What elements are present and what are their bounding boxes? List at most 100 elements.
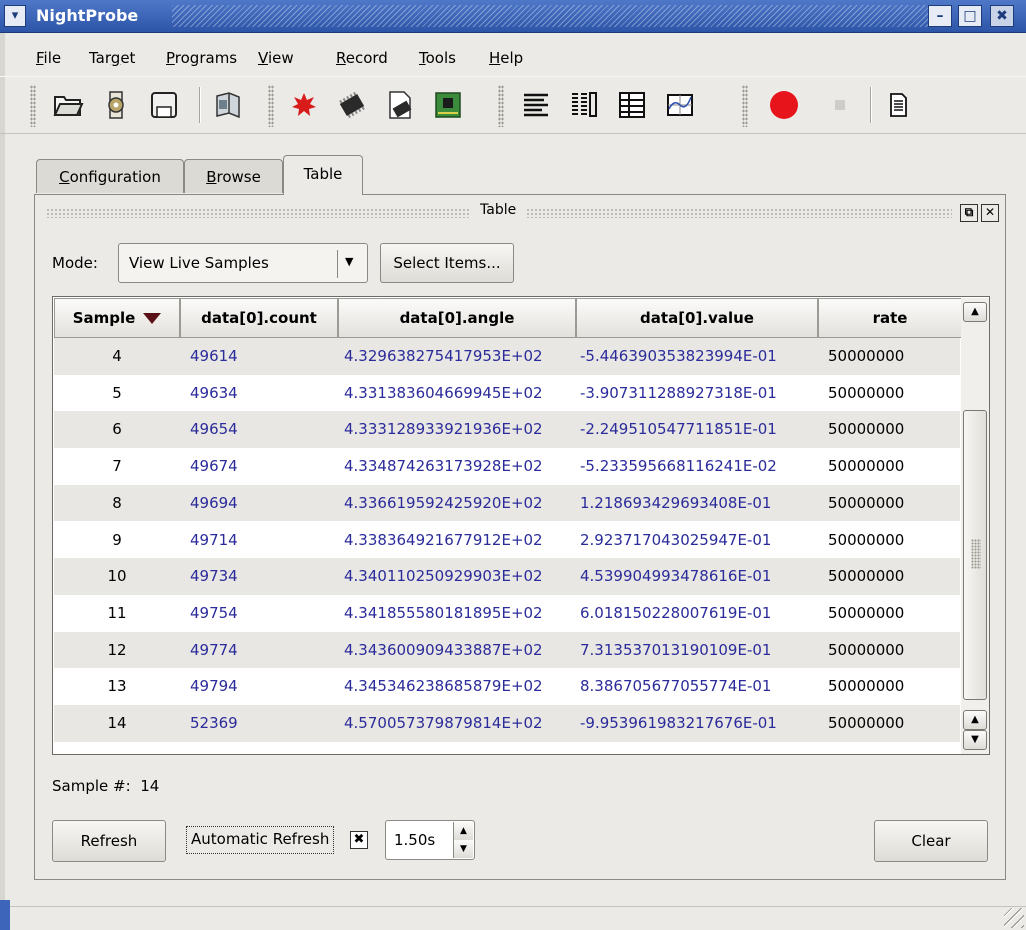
status-bar [0, 906, 1026, 930]
chevron-down-icon[interactable]: ▼ [345, 255, 353, 268]
toolbar-separator [199, 87, 200, 123]
tab-configuration[interactable]: Configuration [36, 159, 184, 193]
mode-select[interactable]: View Live Samples ▼ [118, 243, 368, 283]
cell-sample: 10 [107, 567, 127, 586]
cell-sample: 4 [112, 347, 122, 365]
scroll-up-icon[interactable]: ▲ [963, 710, 987, 730]
book-icon[interactable] [212, 89, 244, 121]
auto-refresh-label[interactable]: Automatic Refresh [186, 826, 335, 854]
toolbar-grip[interactable] [498, 85, 504, 127]
table-row[interactable]: 6 49654 4.333128933921936E+02 -2.2495105477… [54, 411, 960, 449]
cell-rate: 50000000 [828, 603, 905, 622]
scrollbar-thumb[interactable] [963, 410, 987, 700]
align-left-icon[interactable] [520, 89, 552, 121]
table-row[interactable]: 9 49714 4.338364921677912E+02 2.92371704302… [54, 522, 960, 559]
table-row[interactable]: 5 49634 4.331383604669945E+02 -3.9073112889… [54, 375, 960, 412]
thumb-grip [971, 539, 981, 569]
close-dock-button[interactable]: ✕ [981, 204, 999, 222]
cell-angle: 4.340110250929903E+02 [344, 567, 543, 586]
menu-record[interactable]: Record [336, 49, 388, 67]
clear-button[interactable]: Clear [874, 820, 988, 862]
table-row[interactable]: 7 49674 4.334874263173928E+02 -5.2335956681… [54, 448, 960, 485]
close-window-button[interactable]: ✖ [990, 5, 1014, 27]
table-row[interactable]: 10 49734 4.340110250929903E+02 4.5399049934… [54, 558, 960, 595]
menu-tools[interactable]: Tools [419, 49, 456, 67]
column-header-count[interactable]: data[0].count [180, 298, 338, 338]
refresh-interval-spinner[interactable]: 1.50s ▲ ▼ [385, 820, 475, 860]
vertical-scrollbar[interactable]: ▲ ▲ ▼ [961, 298, 989, 754]
title-bar: ▾ NightProbe – □ ✖ [0, 0, 1026, 33]
minimize-button[interactable]: – [928, 5, 952, 27]
table-row[interactable]: 13 49794 4.345346238685879E+02 8.3867056770… [54, 668, 960, 705]
cell-sample: 12 [107, 640, 127, 659]
refresh-button[interactable]: Refresh [52, 820, 166, 862]
window-left-border [0, 33, 5, 906]
window-menu-button[interactable]: ▾ [4, 5, 26, 27]
refresh-interval-value[interactable]: 1.50s [394, 831, 435, 849]
cell-value: -9.953961983217676E-01 [580, 714, 777, 732]
dock-title: Table [470, 202, 527, 218]
tab-browse[interactable]: Browse [184, 159, 283, 193]
chip-page-icon[interactable] [384, 89, 416, 121]
menu-file[interactable]: File [36, 49, 61, 67]
cell-count: 49714 [190, 530, 238, 549]
window-edge [0, 900, 10, 930]
save-floppy-icon[interactable] [148, 89, 180, 121]
record-icon[interactable] [768, 89, 800, 121]
column-header-rate[interactable]: rate [818, 298, 962, 338]
tab-table[interactable]: Table [283, 155, 363, 195]
columns-icon[interactable] [568, 89, 600, 121]
gear-puzzle-icon[interactable] [100, 89, 132, 121]
mode-label: Mode: [52, 254, 98, 272]
cell-angle: 4.338364921677912E+02 [344, 530, 543, 549]
sample-number-value: 14 [140, 777, 160, 795]
cell-angle: 4.341855580181895E+02 [344, 603, 543, 622]
panel-border [363, 194, 1006, 195]
cell-sample: 11 [107, 603, 127, 622]
toolbar-grip[interactable] [268, 85, 274, 127]
menu-view[interactable]: View [258, 49, 294, 67]
combo-separator [337, 250, 338, 278]
column-header-angle[interactable]: data[0].angle [338, 298, 576, 338]
table-icon[interactable] [616, 89, 648, 121]
toolbar-grip[interactable] [742, 85, 748, 127]
float-dock-button[interactable]: ⧉ [960, 204, 978, 222]
table-row[interactable]: 8 49694 4.336619592425920E+02 1.21869342969… [54, 484, 960, 522]
burst-icon[interactable] [288, 89, 320, 121]
cell-rate: 50000000 [828, 347, 905, 365]
table-row[interactable]: 11 49754 4.341855580181895E+02 6.0181502280… [54, 595, 960, 632]
table-row[interactable]: 12 49774 4.343600909433887E+02 7.3135370131… [54, 631, 960, 669]
toolbar-grip[interactable] [30, 85, 36, 127]
graph-icon[interactable] [664, 89, 696, 121]
open-folder-icon[interactable] [52, 89, 84, 121]
cell-sample: 13 [107, 677, 127, 696]
column-header-sample[interactable]: Sample [54, 298, 180, 338]
spin-down-icon[interactable]: ▼ [453, 840, 473, 858]
menu-help[interactable]: Help [489, 49, 523, 67]
select-items-button[interactable]: Select Items... [380, 243, 514, 283]
cell-angle: 4.331383604669945E+02 [344, 383, 543, 402]
cell-count: 49614 [190, 347, 238, 365]
panel-border [34, 194, 283, 195]
board-icon[interactable] [432, 89, 464, 121]
chip-icon[interactable] [336, 89, 368, 121]
menu-target[interactable]: Target [89, 49, 135, 67]
cell-value: 8.386705677055774E-01 [580, 677, 772, 696]
cell-angle: 4.345346238685879E+02 [344, 677, 543, 696]
scroll-down-icon[interactable]: ▼ [963, 730, 987, 750]
cell-rate: 50000000 [828, 530, 905, 549]
menu-programs[interactable]: Programs [166, 49, 237, 67]
maximize-button[interactable]: □ [958, 5, 982, 27]
cell-sample: 7 [112, 457, 122, 476]
cell-value: -3.907311288927318E-01 [580, 383, 777, 402]
table-row[interactable]: 4 49614 4.329638275417953E+02 -5.4463903538… [54, 338, 960, 375]
stop-icon[interactable] [824, 89, 856, 121]
page-icon[interactable] [882, 89, 914, 121]
auto-refresh-checkbox[interactable]: ✖ [350, 831, 368, 849]
table-row[interactable]: 14 52369 4.570057379879814E+02 -9.953961983… [54, 705, 960, 742]
spin-up-icon[interactable]: ▲ [453, 822, 473, 840]
resize-grip-icon[interactable] [1004, 908, 1024, 928]
scroll-up-icon[interactable]: ▲ [963, 302, 987, 322]
cell-value: 7.313537013190109E-01 [580, 640, 772, 659]
column-header-value[interactable]: data[0].value [576, 298, 818, 338]
